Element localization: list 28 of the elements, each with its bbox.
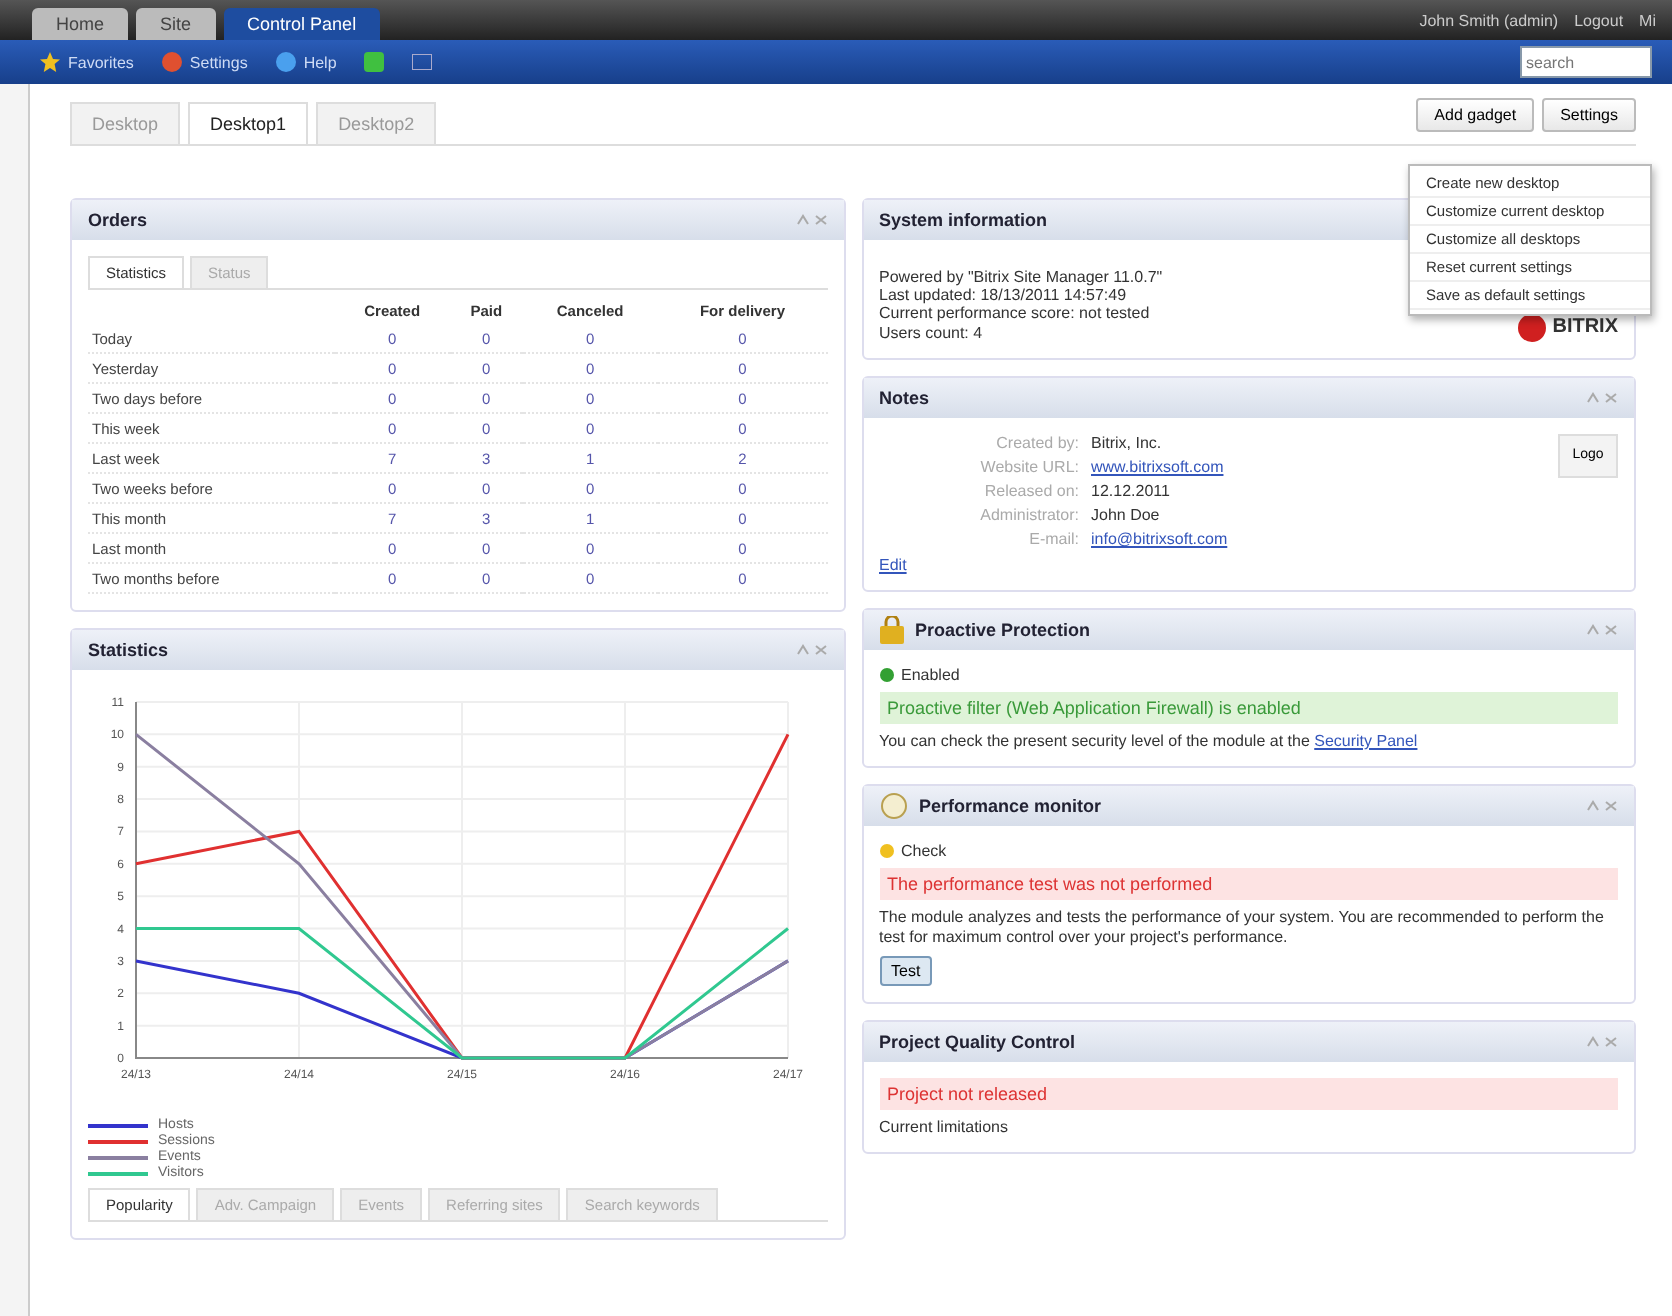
panel-title: Statistics xyxy=(88,640,169,660)
panel-title: Notes xyxy=(879,387,930,408)
info-line: Users count: 4 xyxy=(879,323,985,342)
panel-title: System information xyxy=(879,210,1048,230)
panel-title: Performance monitor xyxy=(919,796,1102,817)
panel-note: Current limitations xyxy=(879,1117,1010,1137)
info-line: Last updated: 18/13/2011 14:57:49 xyxy=(879,286,1129,305)
field-value: 12.12.2011 xyxy=(1091,481,1172,500)
info-line: Current performance score: not tested xyxy=(879,304,1152,324)
status-message: The performance test was not performed xyxy=(879,868,1618,901)
field-label: Website URL: xyxy=(978,457,1079,476)
field-label: Released on: xyxy=(982,481,1079,500)
panel-note: The module analyzes and tests the performance of your system. You are recommended to perform the test for maximum control over your project's performance. xyxy=(879,908,1606,948)
field-label: E-mail: xyxy=(1027,529,1079,548)
field-value: John Doe xyxy=(1091,505,1162,524)
field-value: Bitrix, Inc. xyxy=(1091,433,1164,452)
status-message: Proactive filter (Web Application Firewall) is enabled xyxy=(879,691,1618,724)
panel-title: Proactive Protection xyxy=(915,619,1091,640)
panel-title: Project Quality Control xyxy=(879,1031,1076,1052)
status-label: Enabled xyxy=(901,665,960,684)
info-line: Powered by "Bitrix Site Manager 11.0.7" xyxy=(879,268,1163,287)
status-message: Project not released xyxy=(879,1077,1618,1110)
logo: BITRIX xyxy=(1518,313,1618,342)
field-label: Administrator: xyxy=(978,505,1079,524)
panel-note: You can check the present security level of the module at the Security Panel xyxy=(879,731,1420,751)
status-label: Check xyxy=(901,842,947,861)
field-label: Created by: xyxy=(994,433,1079,452)
panel-title: Orders xyxy=(88,210,148,230)
